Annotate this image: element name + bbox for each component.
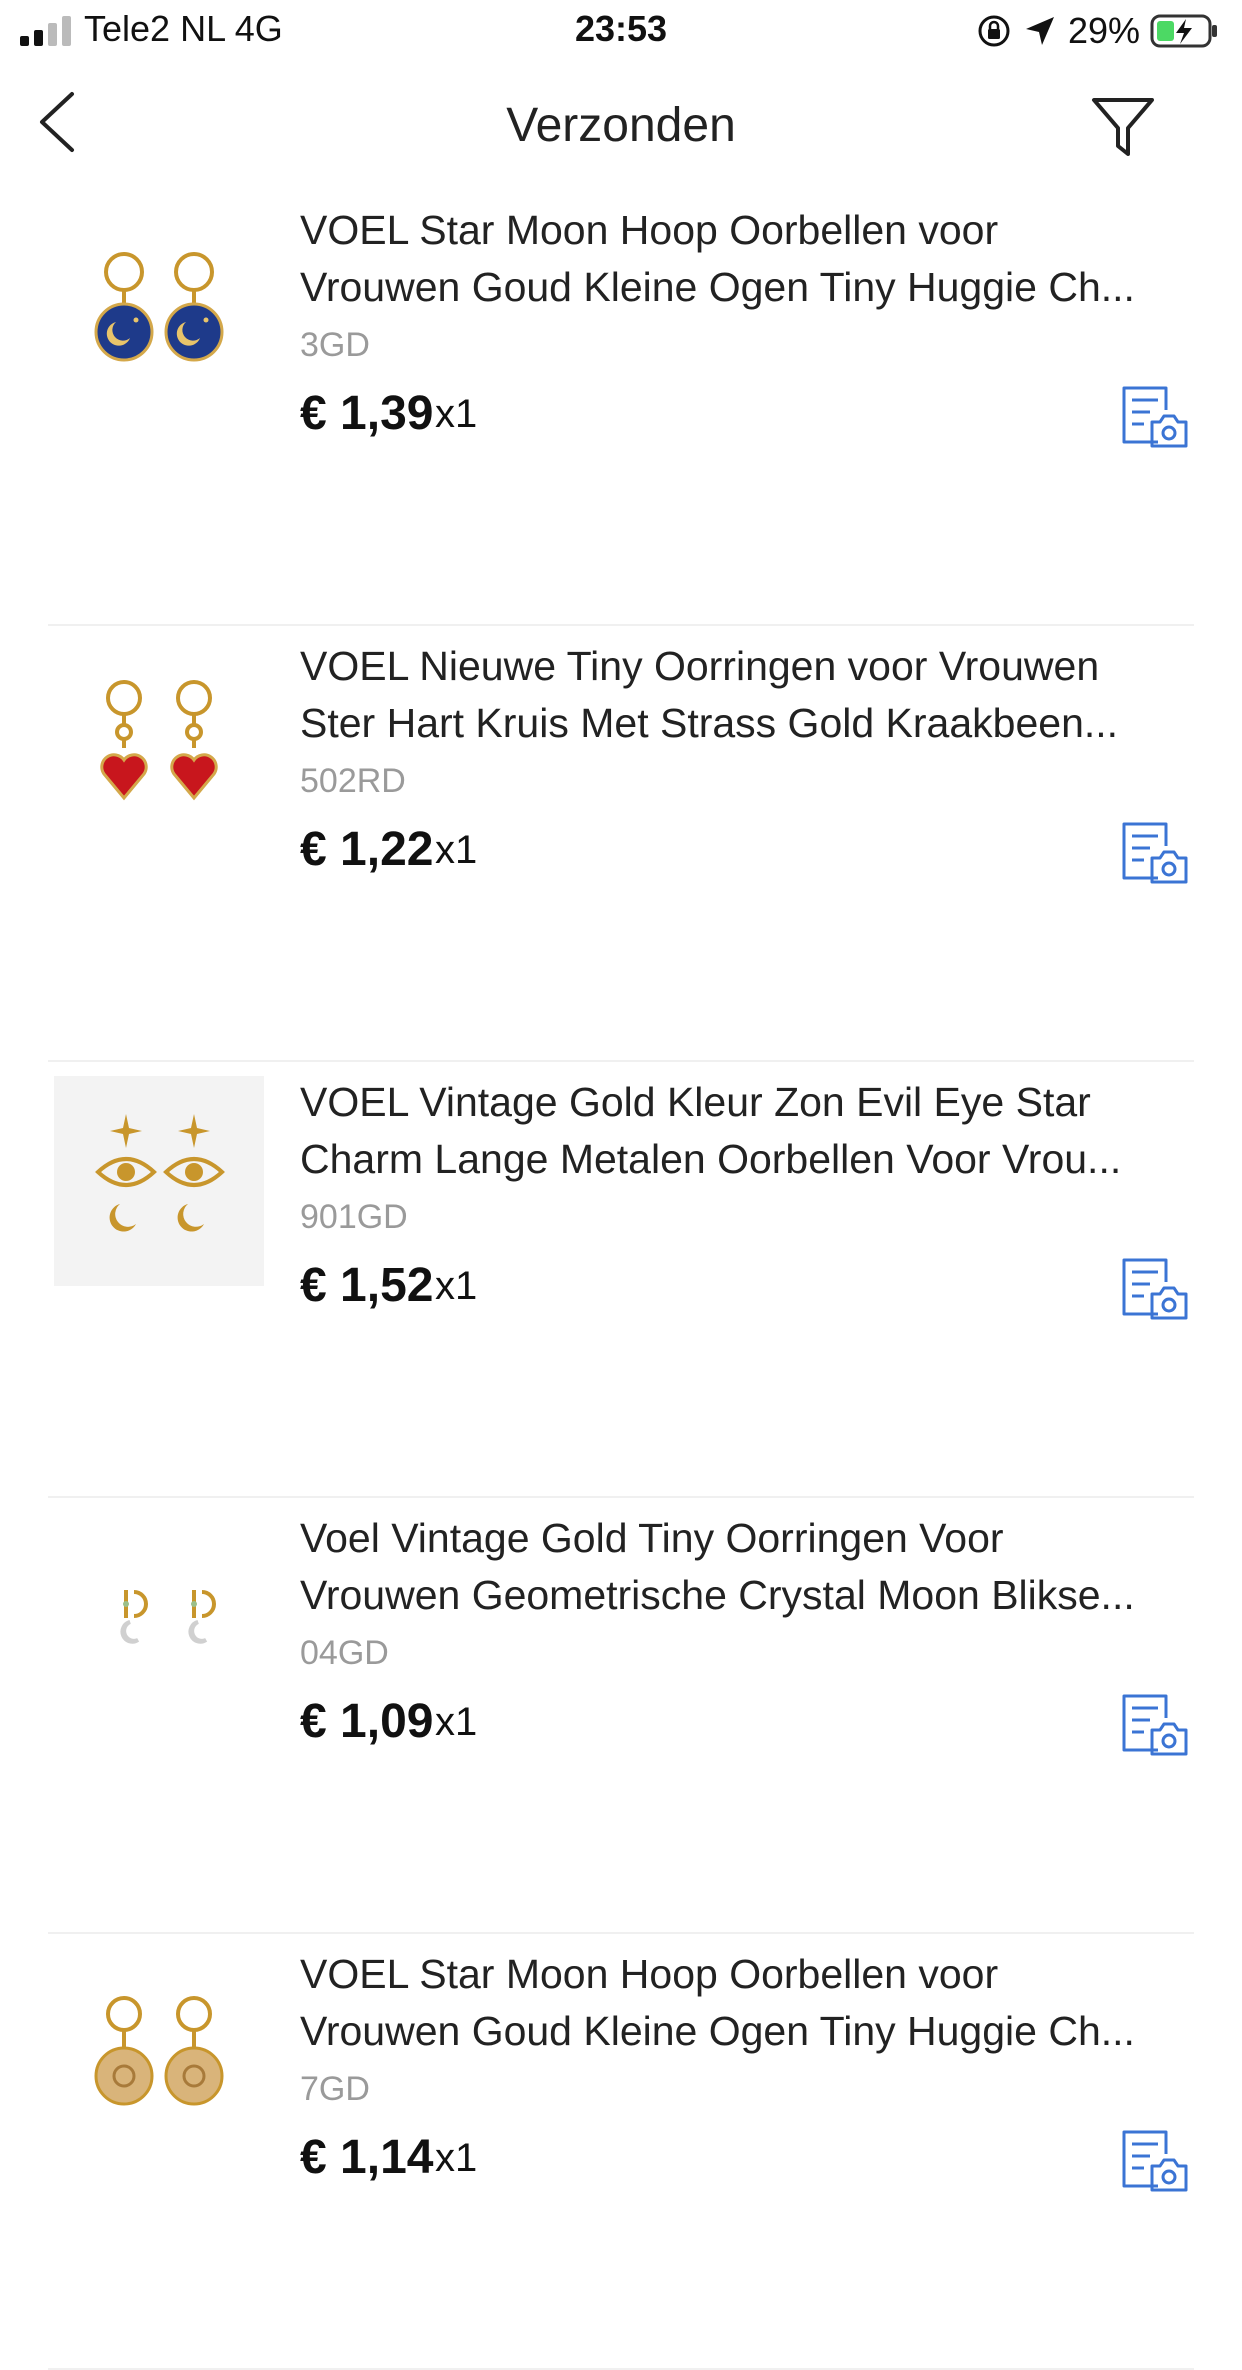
product-variant: 04GD	[300, 1634, 389, 1672]
crystal-moon-earrings-image	[120, 1590, 216, 1644]
product-quantity: x1	[435, 1264, 478, 1308]
photo-review-icon[interactable]	[1118, 380, 1190, 452]
product-title-line: Vrouwen Goud Kleine Ogen Tiny Huggie Ch.…	[300, 264, 1135, 310]
list-item[interactable]: VOEL Star Moon Hoop Oorbellen voor Vrouw…	[0, 190, 1242, 626]
filter-icon[interactable]	[1090, 94, 1156, 160]
list-item[interactable]: VOEL Star Moon Hoop Oorbellen voor Vrouw…	[0, 1934, 1242, 2370]
product-title-line: Ster Hart Kruis Met Strass Gold Kraakbee…	[300, 700, 1119, 746]
product-variant: 7GD	[300, 2070, 370, 2108]
product-thumbnail[interactable]	[54, 640, 264, 850]
order-item-list: VOEL Star Moon Hoop Oorbellen voor Vrouw…	[0, 190, 1242, 2370]
list-item[interactable]: VOEL Vintage Gold Kleur Zon Evil Eye Sta…	[0, 1062, 1242, 1498]
location-arrow-icon	[1025, 17, 1054, 45]
product-title[interactable]: VOEL Nieuwe Tiny Oorringen voor Vrouwen …	[300, 638, 1196, 752]
product-title-line: Voel Vintage Gold Tiny Oorringen Voor	[300, 1515, 1004, 1561]
page-title: Verzonden	[506, 99, 736, 152]
orientation-lock-icon	[978, 15, 1010, 47]
photo-review-icon[interactable]	[1118, 1252, 1190, 1324]
status-bar: Tele2 NL 4G 23:53 29%	[0, 0, 1242, 62]
product-title-line: Vrouwen Geometrische Crystal Moon Blikse…	[300, 1572, 1135, 1618]
product-variant: 3GD	[300, 326, 370, 364]
product-title[interactable]: Voel Vintage Gold Tiny Oorringen Voor Vr…	[300, 1510, 1196, 1624]
list-item[interactable]: Voel Vintage Gold Tiny Oorringen Voor Vr…	[0, 1498, 1242, 1934]
battery-charging-icon	[1150, 14, 1217, 48]
red-heart-earrings-image	[100, 680, 218, 801]
product-title-line: VOEL Vintage Gold Kleur Zon Evil Eye Sta…	[300, 1079, 1091, 1125]
status-right: 29%	[976, 10, 1220, 52]
product-title-line: Charm Lange Metalen Oorbellen Voor Vrou.…	[300, 1136, 1122, 1182]
product-title[interactable]: VOEL Vintage Gold Kleur Zon Evil Eye Sta…	[300, 1074, 1196, 1188]
product-title-line: VOEL Star Moon Hoop Oorbellen voor	[300, 1951, 999, 1997]
product-thumbnail[interactable]	[54, 204, 264, 414]
nav-bar: Verzonden	[0, 62, 1242, 190]
product-title-line: Vrouwen Goud Kleine Ogen Tiny Huggie Ch.…	[300, 2008, 1135, 2054]
photo-review-icon[interactable]	[1118, 2124, 1190, 2196]
product-thumbnail[interactable]	[54, 1512, 264, 1722]
product-price: € 1,09	[300, 1695, 434, 1748]
product-price: € 1,39	[300, 387, 434, 440]
product-price: € 1,52	[300, 1259, 434, 1312]
product-title[interactable]: VOEL Star Moon Hoop Oorbellen voor Vrouw…	[300, 1946, 1196, 2060]
product-variant: 901GD	[300, 1198, 408, 1236]
product-quantity: x1	[435, 828, 478, 872]
product-title-line: VOEL Star Moon Hoop Oorbellen voor	[300, 207, 999, 253]
product-quantity: x1	[435, 392, 478, 436]
battery-percent: 29%	[1067, 10, 1140, 51]
blue-moon-earrings-image	[94, 252, 224, 362]
product-thumbnail[interactable]	[54, 1076, 264, 1286]
product-title-line: VOEL Nieuwe Tiny Oorringen voor Vrouwen	[300, 643, 1100, 689]
product-title[interactable]: VOEL Star Moon Hoop Oorbellen voor Vrouw…	[300, 202, 1196, 316]
product-thumbnail[interactable]	[54, 1948, 264, 2158]
product-quantity: x1	[435, 1700, 478, 1744]
product-quantity: x1	[435, 2136, 478, 2180]
product-price: € 1,22	[300, 823, 434, 876]
product-variant: 502RD	[300, 762, 406, 800]
list-item[interactable]: VOEL Nieuwe Tiny Oorringen voor Vrouwen …	[0, 626, 1242, 1062]
photo-review-icon[interactable]	[1118, 816, 1190, 888]
product-price: € 1,14	[300, 2131, 434, 2184]
photo-review-icon[interactable]	[1118, 1688, 1190, 1760]
evil-eye-earrings-image	[95, 1114, 225, 1232]
gold-coin-earrings-image	[94, 1996, 224, 2106]
